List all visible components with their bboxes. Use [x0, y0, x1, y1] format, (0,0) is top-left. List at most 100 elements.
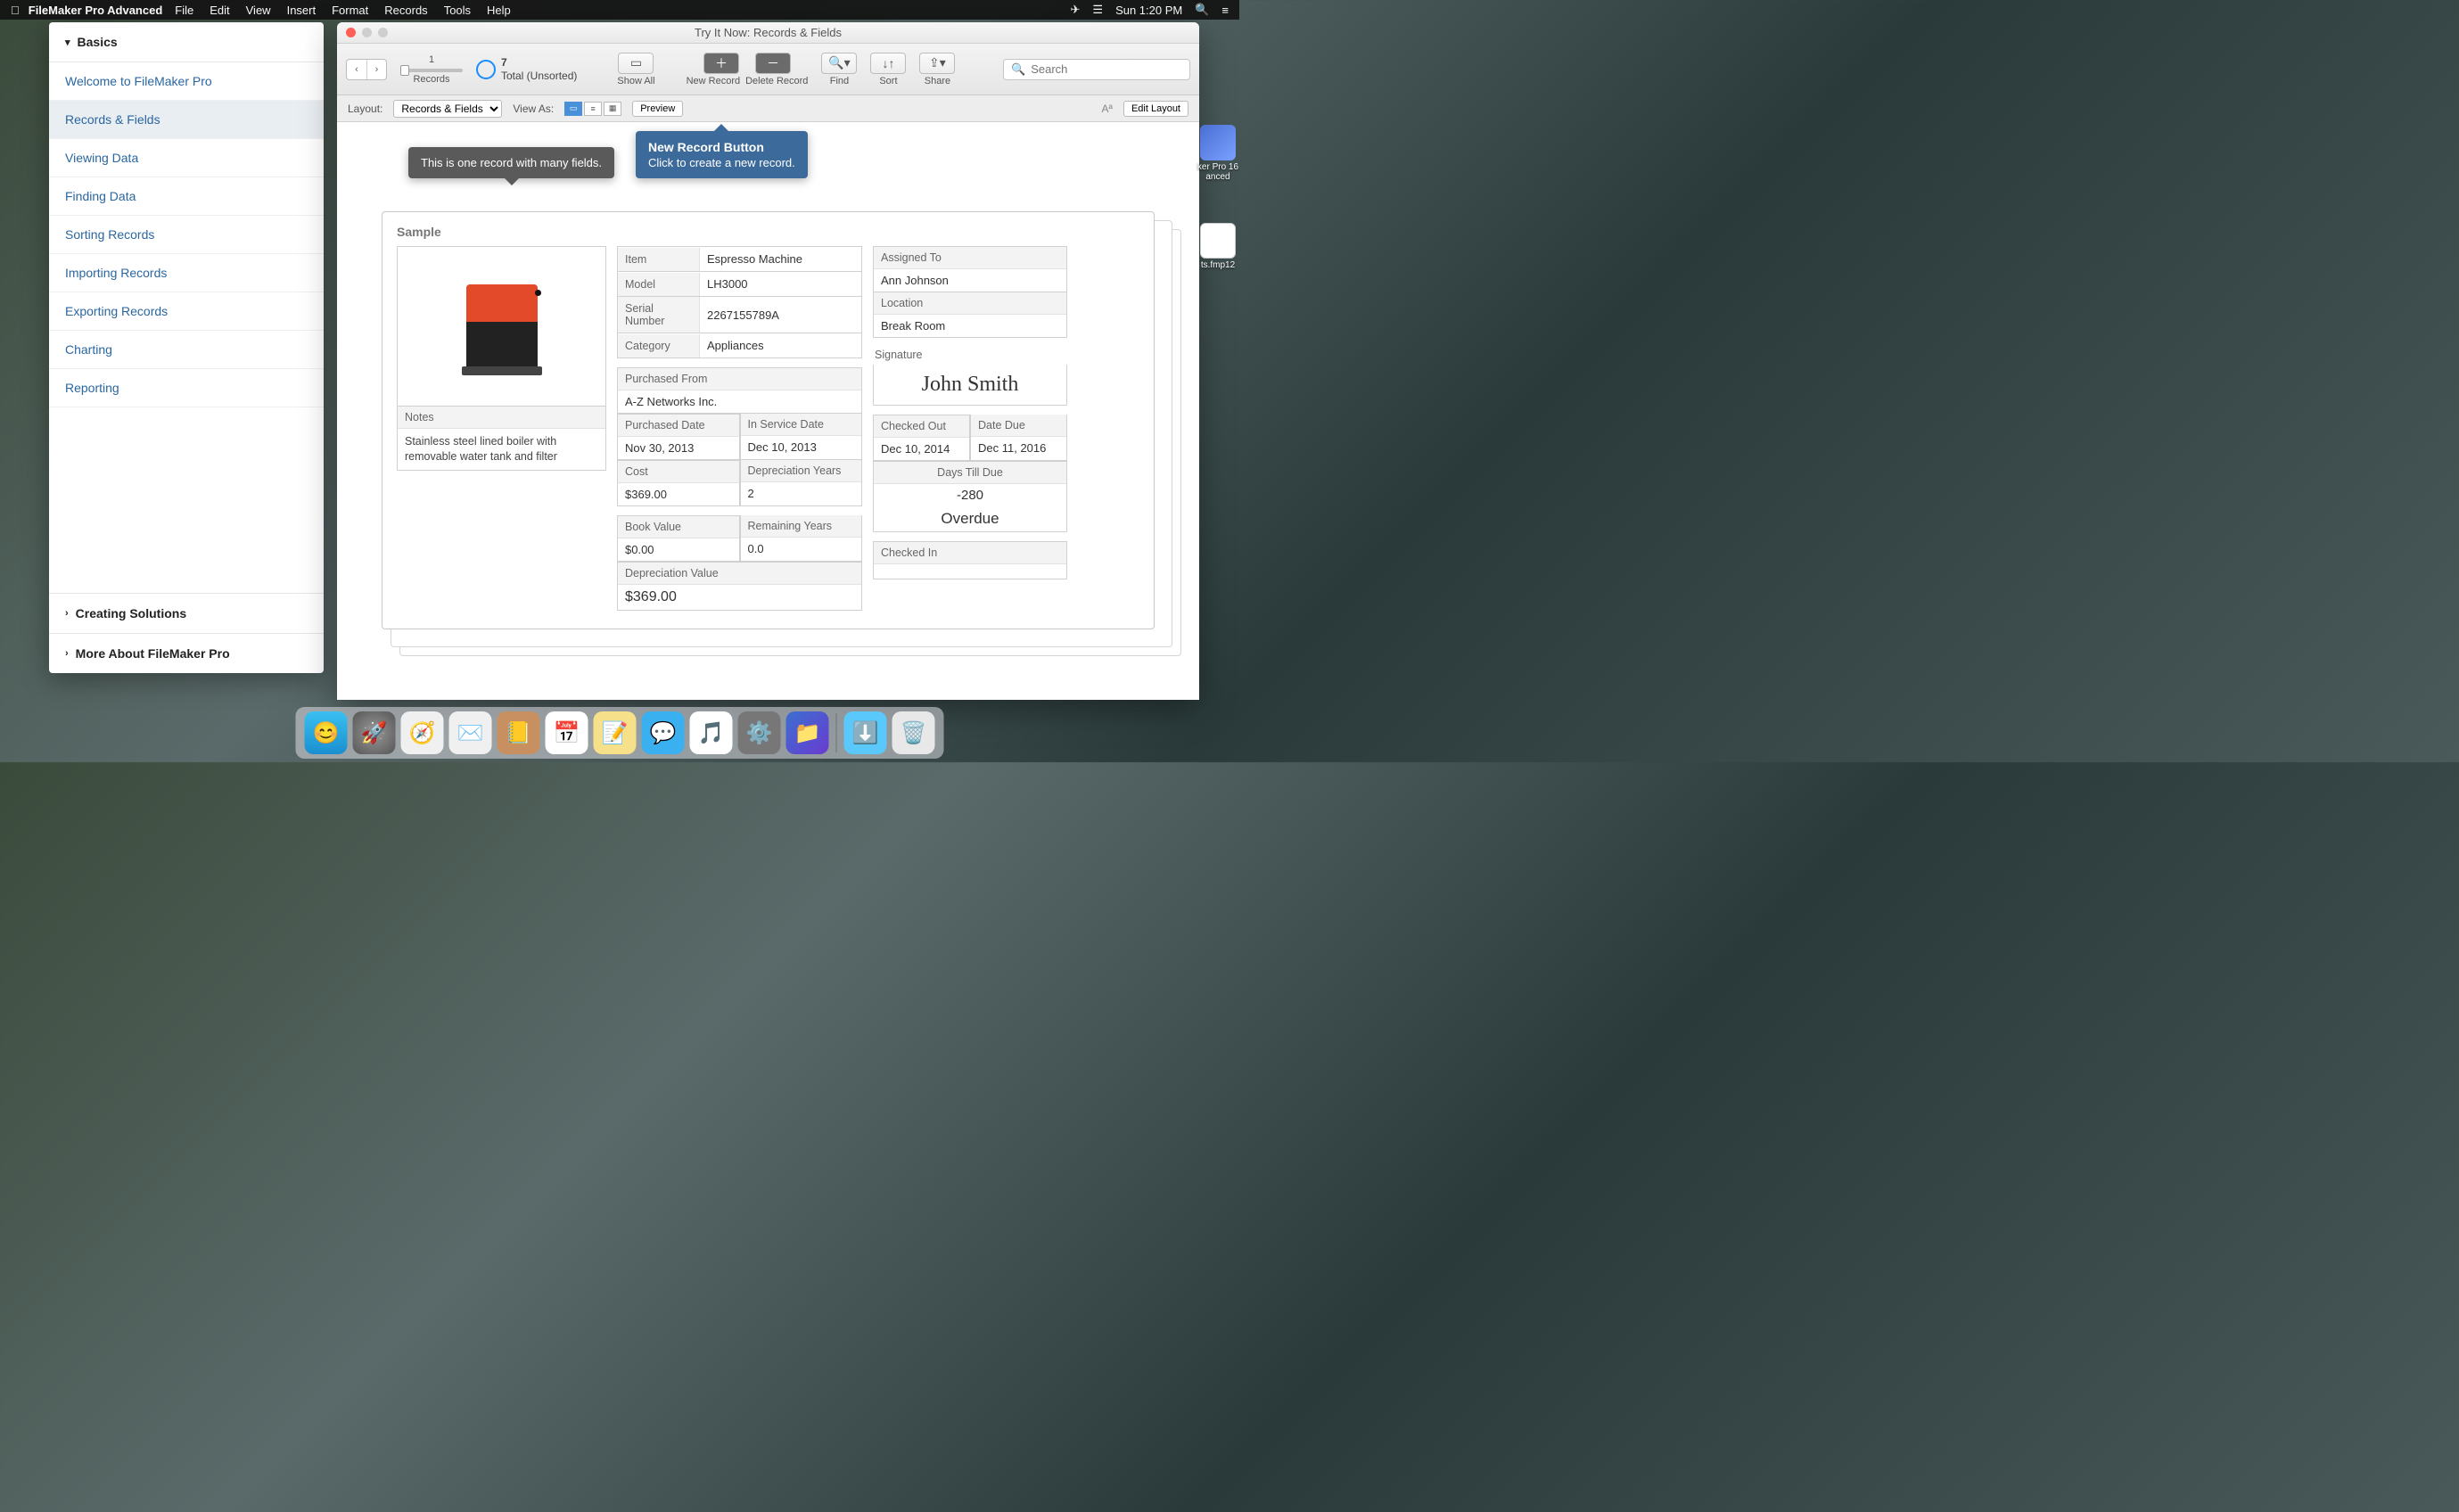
view-as-label: View As: — [513, 103, 554, 115]
zoom-button[interactable] — [378, 28, 388, 37]
menu-help[interactable]: Help — [487, 4, 511, 17]
sidebar-section-basics[interactable]: ▾ Basics — [49, 22, 324, 62]
sidebar-item-records-fields[interactable]: Records & Fields — [49, 101, 324, 139]
sort-button[interactable]: ↓↑ — [870, 53, 906, 74]
signature-field[interactable]: John Smith — [873, 365, 1067, 406]
sidebar-item-finding[interactable]: Finding Data — [49, 177, 324, 216]
dock-launchpad[interactable]: 🚀 — [353, 711, 396, 754]
view-table-button[interactable]: ▦ — [604, 102, 621, 116]
menu-file[interactable]: File — [175, 4, 193, 17]
status-icon[interactable]: ✈ — [1071, 3, 1081, 17]
dock-safari[interactable]: 🧭 — [401, 711, 444, 754]
sidebar-item-exporting[interactable]: Exporting Records — [49, 292, 324, 331]
search-input[interactable] — [1031, 62, 1188, 76]
dock-messages[interactable]: 💬 — [642, 711, 685, 754]
sidebar-item-sorting[interactable]: Sorting Records — [49, 216, 324, 254]
spotlight-icon[interactable]: 🔍 — [1195, 3, 1209, 17]
menu-edit[interactable]: Edit — [210, 4, 229, 17]
menu-format[interactable]: Format — [332, 4, 368, 17]
assigned-field[interactable]: Ann Johnson — [874, 269, 1066, 292]
serial-field[interactable]: 2267155789A — [700, 303, 861, 327]
sidebar-section-more[interactable]: › More About FileMaker Pro — [49, 633, 324, 673]
layout-label: Layout: — [348, 103, 382, 115]
remaining-field[interactable]: 0.0 — [741, 538, 862, 560]
sort-state: Total (Unsorted) — [501, 70, 577, 82]
sidebar-item-reporting[interactable]: Reporting — [49, 369, 324, 407]
in-service-field[interactable]: Dec 10, 2013 — [741, 436, 862, 458]
total-count: 7 — [501, 56, 577, 69]
dep-years-field[interactable]: 2 — [741, 482, 862, 505]
dock-trash[interactable]: 🗑️ — [892, 711, 935, 754]
view-list-button[interactable]: ≡ — [584, 102, 602, 116]
sample-label: Sample — [397, 225, 1139, 239]
notification-icon[interactable]: ☰ — [1092, 3, 1103, 17]
sidebar-item-viewing[interactable]: Viewing Data — [49, 139, 324, 177]
dock-mail[interactable]: ✉️ — [449, 711, 492, 754]
menu-records[interactable]: Records — [384, 4, 427, 17]
notes-label: Notes — [398, 407, 605, 429]
mac-menubar:  FileMaker Pro Advanced File Edit View … — [0, 0, 1239, 20]
records-label: Records — [414, 74, 450, 85]
menu-extras-icon[interactable]: ≡ — [1221, 4, 1229, 17]
book-value-field[interactable]: $0.00 — [618, 538, 739, 561]
sidebar-item-importing[interactable]: Importing Records — [49, 254, 324, 292]
dep-value-field[interactable]: $369.00 — [618, 585, 861, 610]
notes-field[interactable]: Stainless steel lined boiler with remova… — [398, 429, 605, 470]
app-name[interactable]: FileMaker Pro Advanced — [29, 4, 163, 17]
show-all-button[interactable]: ▭ — [618, 53, 654, 74]
dock-filemaker[interactable]: 📁 — [786, 711, 829, 754]
sidebar-item-welcome[interactable]: Welcome to FileMaker Pro — [49, 62, 324, 101]
record-card: Sample Notes Stainless steel lined boile… — [382, 211, 1155, 629]
dock-downloads[interactable]: ⬇️ — [844, 711, 887, 754]
location-field[interactable]: Break Room — [874, 315, 1066, 337]
dock-calendar[interactable]: 📅 — [546, 711, 588, 754]
chevron-right-icon: › — [65, 648, 69, 659]
layout-select[interactable]: Records & Fields — [393, 100, 502, 118]
dock-finder[interactable]: 😊 — [305, 711, 348, 754]
date-due-field[interactable]: Dec 11, 2016 — [971, 437, 1066, 459]
record-number[interactable]: 1 — [429, 54, 434, 65]
record-slider[interactable] — [400, 69, 463, 72]
text-format-icon[interactable]: Aª — [1102, 103, 1113, 115]
edit-layout-button[interactable]: Edit Layout — [1123, 101, 1188, 117]
preview-button[interactable]: Preview — [632, 101, 683, 117]
callout-new-record: New Record Button Click to create a new … — [636, 131, 808, 178]
share-button[interactable]: ⇪▾ — [919, 53, 955, 74]
checked-in-field[interactable] — [874, 564, 1066, 579]
checked-out-field[interactable]: Dec 10, 2014 — [874, 438, 969, 460]
view-form-button[interactable]: ▭ — [564, 102, 582, 116]
sidebar-section-creating[interactable]: › Creating Solutions — [49, 593, 324, 633]
window-titlebar[interactable]: Try It Now: Records & Fields — [337, 22, 1199, 44]
dock-contacts[interactable]: 📒 — [498, 711, 540, 754]
dock-itunes[interactable]: 🎵 — [690, 711, 733, 754]
apple-icon[interactable]:  — [11, 4, 20, 17]
menu-insert[interactable]: Insert — [287, 4, 317, 17]
cost-field[interactable]: $369.00 — [618, 483, 739, 505]
desktop-icon-app[interactable]: ker Pro 16 anced — [1197, 125, 1239, 182]
close-button[interactable] — [346, 28, 356, 37]
tutorial-sidebar: ▾ Basics Welcome to FileMaker Pro Record… — [49, 22, 324, 673]
purchased-from-field[interactable]: A-Z Networks Inc. — [618, 390, 861, 413]
find-button[interactable]: 🔍▾ — [821, 53, 857, 74]
model-field[interactable]: LH3000 — [700, 272, 861, 296]
next-record-button[interactable]: › — [366, 60, 386, 79]
menu-view[interactable]: View — [246, 4, 271, 17]
search-field[interactable]: 🔍 — [1003, 59, 1190, 80]
item-field[interactable]: Espresso Machine — [700, 247, 861, 271]
item-image[interactable] — [397, 246, 606, 407]
dock-notes[interactable]: 📝 — [594, 711, 637, 754]
minimize-button[interactable] — [362, 28, 372, 37]
pie-icon[interactable] — [476, 60, 496, 79]
prev-record-button[interactable]: ‹ — [347, 60, 366, 79]
new-record-button[interactable]: ＋ — [703, 53, 739, 74]
search-icon: 🔍 — [1011, 62, 1025, 77]
delete-record-button[interactable]: － — [755, 53, 791, 74]
sidebar-item-charting[interactable]: Charting — [49, 331, 324, 369]
menu-tools[interactable]: Tools — [444, 4, 471, 17]
purchased-date-field[interactable]: Nov 30, 2013 — [618, 437, 739, 459]
espresso-machine-image — [457, 277, 547, 375]
dock-preferences[interactable]: ⚙️ — [738, 711, 781, 754]
desktop-icon-file[interactable]: ts.fmp12 — [1197, 223, 1239, 270]
clock[interactable]: Sun 1:20 PM — [1115, 4, 1182, 17]
category-field[interactable]: Appliances — [700, 333, 861, 357]
